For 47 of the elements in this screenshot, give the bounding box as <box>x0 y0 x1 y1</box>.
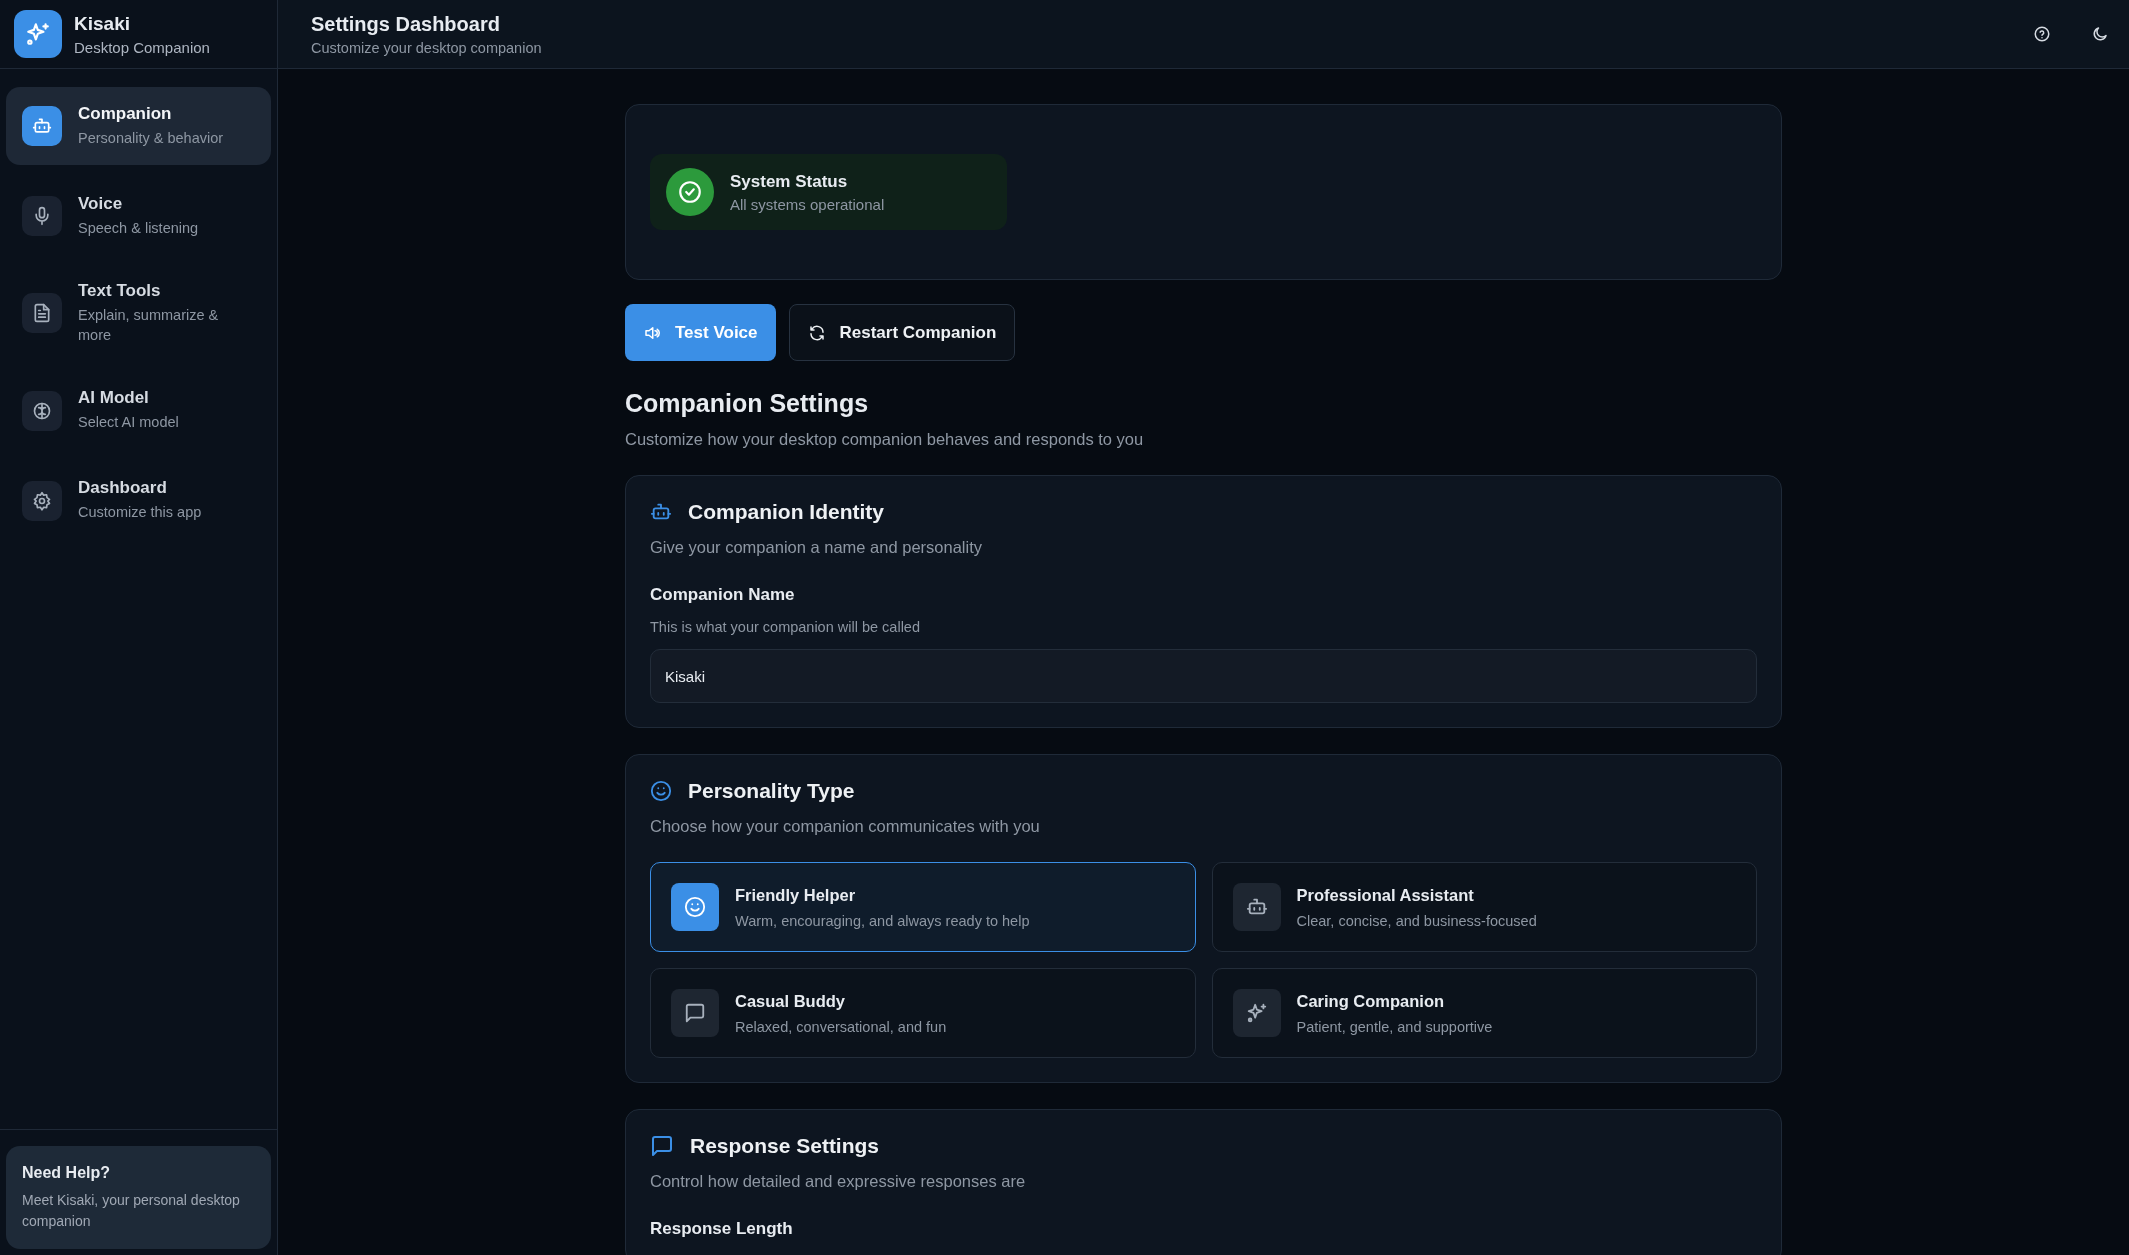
page-title: Settings Dashboard <box>311 12 501 36</box>
microphone-icon <box>32 206 52 226</box>
card-title: Response Settings <box>690 1134 880 1158</box>
chat-bubble-icon <box>684 1002 706 1024</box>
card-subtitle: Control how detailed and expressive responses are <box>650 1172 1027 1191</box>
chat-bubble-icon <box>650 1134 674 1158</box>
status-title: System Status <box>730 171 849 192</box>
section-title: Companion Settings <box>625 389 870 418</box>
page-subtitle: Customize your desktop companion <box>311 39 543 56</box>
sidebar-item[interactable]: Voice Speech & listening <box>6 177 271 255</box>
sidebar-item[interactable]: Companion Personality & behavior <box>6 87 271 165</box>
card-subtitle: Choose how your companion communicates with you <box>650 817 1041 836</box>
smiley-icon <box>684 896 706 918</box>
gear-icon <box>32 490 52 511</box>
sparkle-icon <box>1245 1002 1268 1024</box>
document-icon <box>32 303 52 324</box>
refresh-icon <box>807 323 826 342</box>
restart-button[interactable]: Restart Companion <box>788 304 1016 361</box>
help-button[interactable] <box>2033 25 2051 43</box>
help-icon <box>2033 25 2051 43</box>
personality-option[interactable]: Casual Buddy Relaxed, conversational, and fun <box>650 968 1196 1058</box>
status-text: All systems operational <box>730 195 885 213</box>
field-label: Companion Name <box>650 585 796 605</box>
help-title: Need Help? <box>22 1164 111 1183</box>
moon-icon <box>2091 25 2109 43</box>
sidebar-item[interactable]: Dashboard Customize this app <box>6 461 271 540</box>
sidebar-item[interactable]: Text Tools Explain, summarize & more <box>6 267 271 360</box>
field-hint: This is what your companion will be called <box>650 619 921 635</box>
personality-option[interactable]: Friendly Helper Warm, encouraging, and always ready to help <box>650 862 1196 952</box>
personality-option[interactable]: Caring Companion Patient, gentle, and supportive <box>1211 968 1757 1058</box>
check-circle-icon <box>677 179 703 205</box>
app-name: Kisaki <box>74 12 131 35</box>
help-text: Meet Kisaki, your personal desktop companion <box>22 1191 241 1231</box>
sidebar-item[interactable]: AI Model Select AI model <box>6 371 271 450</box>
smiley-icon <box>650 780 672 802</box>
theme-toggle-button[interactable] <box>2091 25 2109 43</box>
field-label: Response Length <box>650 1219 794 1239</box>
personality-option[interactable]: Professional Assistant Clear, concise, and business-focused <box>1211 862 1757 952</box>
card-title: Companion Identity <box>688 500 884 524</box>
sparkle-icon <box>25 21 51 47</box>
robot-icon <box>32 116 52 136</box>
name-input-field[interactable]: Kisaki <box>650 649 1757 703</box>
section-subtitle: Customize how your desktop companion behaves and responds to you <box>625 430 1145 449</box>
card-subtitle: Give your companion a name and personality <box>650 538 984 557</box>
card-title: Personality Type <box>688 779 855 803</box>
brain-icon <box>32 400 52 421</box>
app-subtitle: Desktop Companion <box>74 38 210 56</box>
